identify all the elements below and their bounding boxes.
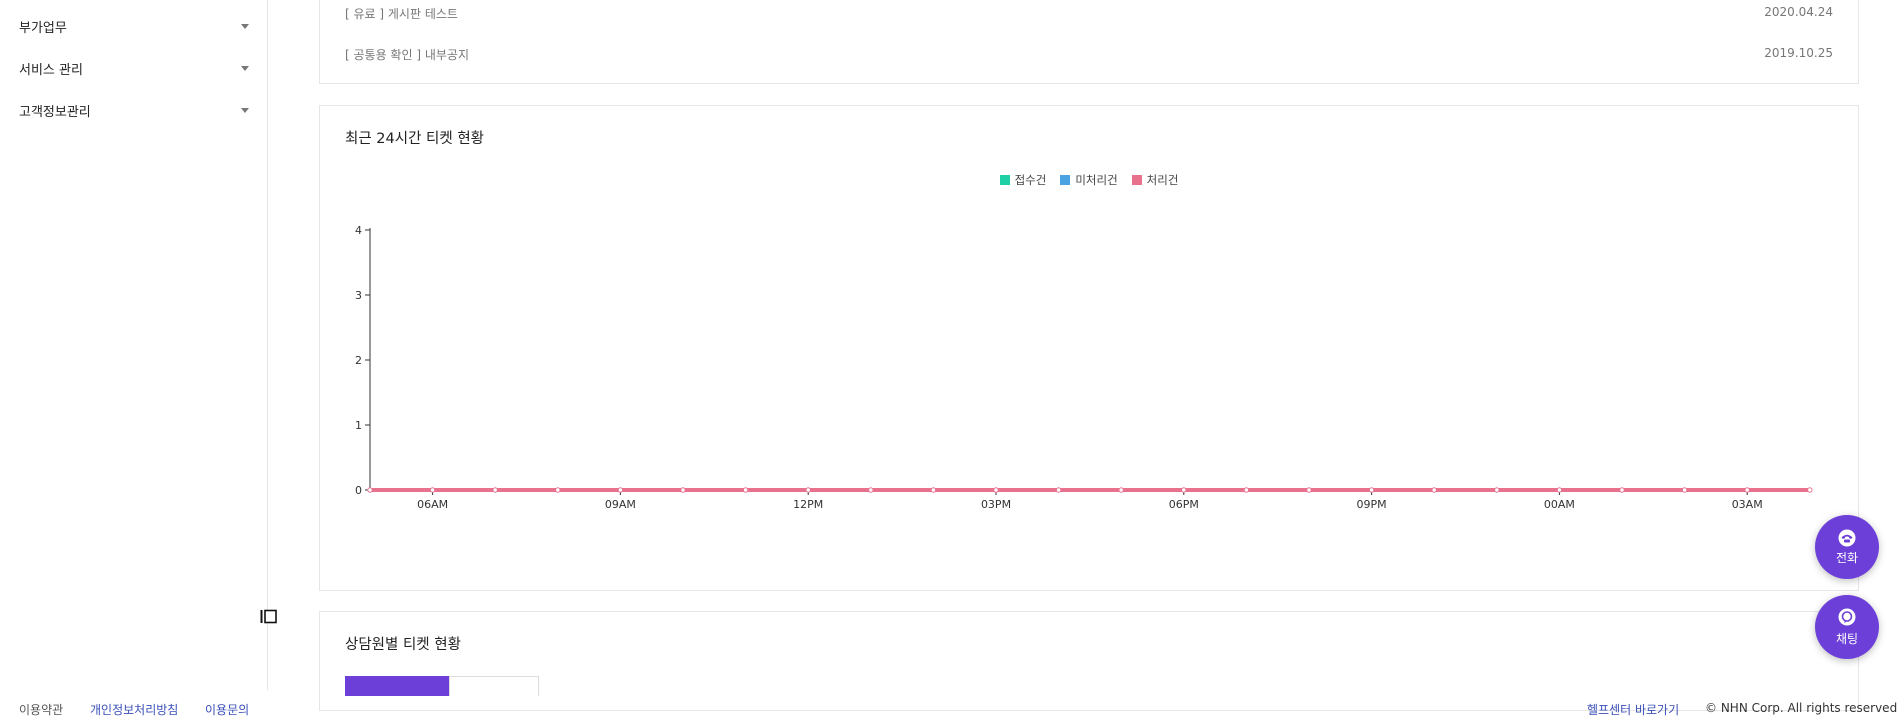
x-tick-label: 09PM bbox=[1357, 498, 1387, 511]
chat-icon bbox=[1838, 608, 1856, 625]
notice-card: [ 유료 ] 게시판 테스트 2020.04.24 [ 공통용 확인 ] 내부공… bbox=[319, 0, 1859, 84]
sidebar-toggle-icon[interactable] bbox=[260, 609, 277, 624]
data-point bbox=[492, 487, 498, 493]
data-point bbox=[555, 487, 561, 493]
data-point bbox=[1494, 487, 1500, 493]
notice-row[interactable]: [ 유료 ] 게시판 테스트 2020.04.24 bbox=[345, 5, 1833, 22]
sidebar-item-label: 부가업무 bbox=[19, 20, 67, 36]
notice-title[interactable]: [ 공통용 확인 ] 내부공지 bbox=[345, 46, 469, 63]
ticket-chart-card: 최근 24시간 티켓 현황 접수건 미처리건 처리건 0 1 2 3 4 06AM 09AM… bbox=[319, 105, 1859, 591]
data-point bbox=[367, 487, 373, 493]
data-point bbox=[1807, 487, 1813, 493]
x-tick-label: 03AM bbox=[1732, 498, 1763, 511]
data-point bbox=[1118, 487, 1124, 493]
data-point bbox=[868, 487, 874, 493]
ticket-line-chart: 0 1 2 3 4 06AM 09AM 12PM 03PM 06PM 09PM 00AM 03AM bbox=[355, 224, 1813, 511]
footer-inquiry-link[interactable]: 이용문의 bbox=[205, 701, 249, 718]
data-point bbox=[1243, 487, 1250, 493]
x-tick-label: 06PM bbox=[1169, 498, 1199, 511]
footer-privacy-link[interactable]: 개인정보처리방침 bbox=[90, 701, 178, 718]
notice-title[interactable]: [ 유료 ] 게시판 테스트 bbox=[345, 5, 458, 22]
caret-down-icon bbox=[241, 65, 249, 71]
data-point bbox=[617, 487, 624, 493]
agent-section-title: 상담원별 티켓 현황 bbox=[345, 637, 461, 653]
x-tick-label: 00AM bbox=[1544, 498, 1575, 511]
y-tick-label: 1 bbox=[355, 419, 362, 432]
sidebar: 부가업무 서비스 관리 고객정보관리 bbox=[0, 0, 268, 690]
footer-terms-link[interactable]: 이용약관 bbox=[19, 701, 63, 718]
data-point bbox=[805, 487, 811, 493]
data-point bbox=[1055, 487, 1062, 493]
y-tick-label: 3 bbox=[355, 289, 362, 302]
footer-copyright: © NHN Corp. All rights reserved bbox=[1705, 701, 1898, 715]
chat-label: 채팅 bbox=[1835, 631, 1859, 646]
footer: 이용약관 개인정보처리방침 이용문의 헬프센터 바로가기 © NHN Corp.… bbox=[0, 690, 1899, 728]
y-tick-label: 4 bbox=[355, 224, 362, 237]
phone-label: 전화 bbox=[1835, 550, 1859, 565]
notice-row[interactable]: [ 공통용 확인 ] 내부공지 2019.10.25 bbox=[345, 46, 1833, 63]
notice-date: 2019.10.25 bbox=[1764, 46, 1833, 60]
caret-down-icon bbox=[241, 107, 249, 113]
footer-helpcenter-link[interactable]: 헬프센터 바로가기 bbox=[1587, 701, 1679, 718]
data-point bbox=[1681, 487, 1688, 493]
data-point bbox=[742, 487, 749, 493]
data-point bbox=[1744, 487, 1750, 493]
y-tick-label: 0 bbox=[355, 484, 362, 497]
phone-icon bbox=[1838, 529, 1856, 546]
x-tick-label: 03PM bbox=[981, 498, 1011, 511]
x-tick-label: 12PM bbox=[793, 498, 823, 511]
data-point bbox=[1619, 487, 1625, 493]
y-tick-label: 2 bbox=[355, 354, 362, 367]
data-point bbox=[1556, 487, 1563, 493]
data-point bbox=[1368, 487, 1375, 493]
data-point bbox=[429, 487, 436, 493]
data-point bbox=[930, 487, 937, 493]
x-tick-label: 09AM bbox=[605, 498, 636, 511]
x-tick-label: 06AM bbox=[417, 498, 448, 511]
sidebar-item-additional-work[interactable]: 부가업무 bbox=[19, 11, 249, 41]
sidebar-item-service-management[interactable]: 서비스 관리 bbox=[19, 53, 249, 83]
data-point bbox=[680, 487, 686, 493]
sidebar-item-customer-info[interactable]: 고객정보관리 bbox=[19, 95, 249, 125]
notice-date: 2020.04.24 bbox=[1764, 5, 1833, 19]
data-point bbox=[1181, 487, 1187, 493]
phone-button[interactable]: 전화 bbox=[1815, 515, 1879, 579]
chat-button[interactable]: 채팅 bbox=[1815, 595, 1879, 659]
data-point bbox=[1306, 487, 1312, 493]
data-point bbox=[993, 487, 999, 493]
sidebar-item-label: 고객정보관리 bbox=[19, 104, 91, 120]
sidebar-item-label: 서비스 관리 bbox=[19, 62, 83, 78]
data-point bbox=[1431, 487, 1437, 493]
caret-down-icon bbox=[241, 23, 249, 29]
